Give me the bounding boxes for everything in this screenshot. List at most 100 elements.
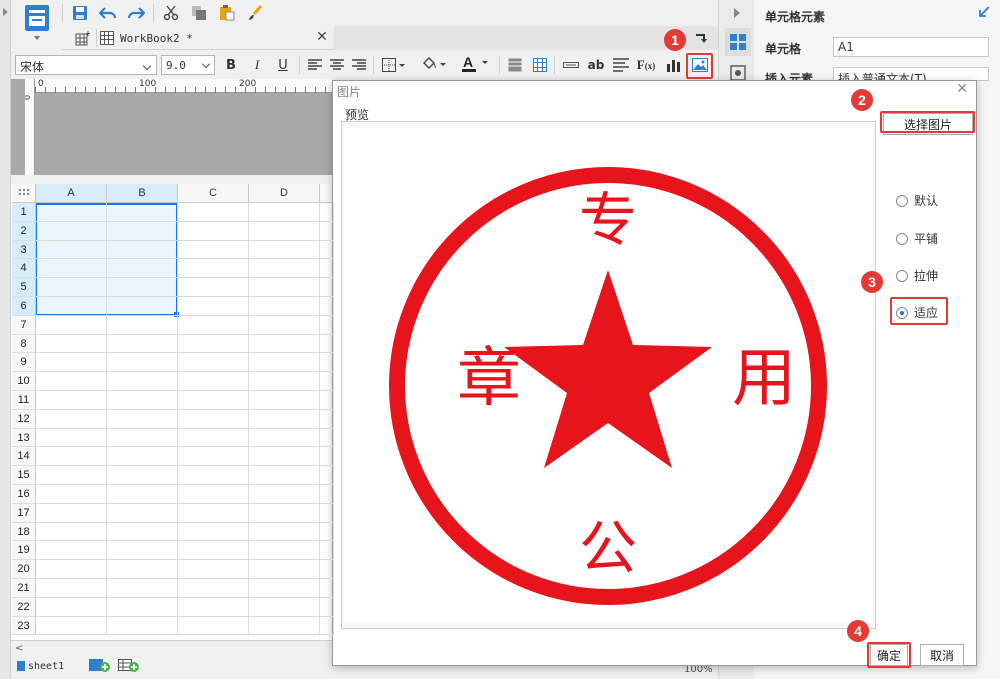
italic-button[interactable]: I (246, 54, 268, 76)
freeze-button[interactable] (504, 54, 526, 76)
grid-cell[interactable] (107, 617, 178, 635)
dialog-close-button[interactable]: ✕ (956, 81, 968, 97)
row-header[interactable]: 7 (12, 316, 36, 335)
grid-cell[interactable] (107, 560, 178, 579)
grid-cell[interactable] (107, 222, 178, 241)
save-button[interactable] (69, 2, 91, 24)
row-header[interactable]: 6 (12, 297, 36, 316)
grid-cell[interactable] (178, 541, 249, 560)
grid-cell[interactable] (249, 579, 320, 598)
grid-cell[interactable] (36, 391, 107, 410)
left-collapse-strip[interactable] (0, 0, 11, 679)
grid-cell[interactable] (320, 259, 334, 278)
underline-button[interactable]: U (272, 54, 294, 76)
grid-cell[interactable] (320, 504, 334, 523)
grid-cell[interactable] (249, 466, 320, 485)
grid-cell[interactable] (249, 203, 320, 222)
row-header[interactable]: 23 (12, 617, 36, 635)
insert-element-select[interactable]: 插入普通文本(T) (833, 67, 989, 81)
align-right-button[interactable] (348, 54, 370, 76)
row-header[interactable]: 4 (12, 259, 36, 278)
grid-cell[interactable] (320, 466, 334, 485)
grid-cell[interactable] (249, 278, 320, 297)
grid-cell[interactable] (249, 410, 320, 429)
row-header[interactable]: 8 (12, 335, 36, 353)
grid-cell[interactable] (320, 297, 334, 316)
grid-cell[interactable] (178, 410, 249, 429)
grid-cell[interactable] (320, 316, 334, 335)
grid-cell[interactable] (249, 297, 320, 316)
new-workbook-button[interactable] (72, 28, 94, 50)
grid-cell[interactable] (107, 241, 178, 259)
row-header[interactable]: 15 (12, 466, 36, 485)
grid-cell[interactable] (178, 222, 249, 241)
row-header[interactable]: 2 (12, 222, 36, 241)
grid-cell[interactable] (178, 241, 249, 259)
grid-cell[interactable] (178, 504, 249, 523)
insert-richtext-button[interactable] (610, 54, 632, 76)
grid-cell[interactable] (36, 504, 107, 523)
grid-cell[interactable] (107, 316, 178, 335)
grid-cell[interactable] (249, 222, 320, 241)
column-header[interactable]: C (178, 184, 249, 203)
grid-cell[interactable] (107, 297, 178, 316)
grid-cell[interactable] (249, 241, 320, 259)
workbook-tab[interactable]: WorkBook2 * (100, 27, 193, 49)
grid-cell[interactable] (178, 278, 249, 297)
grid-cell[interactable] (320, 410, 334, 429)
grid-cell[interactable] (178, 203, 249, 222)
grid-button[interactable] (529, 54, 551, 76)
close-tab-button[interactable]: ✕ (314, 29, 330, 45)
row-header[interactable]: 11 (12, 391, 36, 410)
row-header[interactable]: 18 (12, 523, 36, 541)
grid-cell[interactable] (107, 447, 178, 466)
grid-cell[interactable] (320, 598, 334, 617)
grid-cell[interactable] (36, 617, 107, 635)
grid-cell[interactable] (320, 372, 334, 391)
row-header[interactable]: 12 (12, 410, 36, 429)
grid-cell[interactable] (36, 372, 107, 391)
grid-cell[interactable] (249, 316, 320, 335)
grid-cell[interactable] (320, 222, 334, 241)
cell-input[interactable]: A1 (833, 37, 989, 57)
redo-button[interactable] (125, 2, 147, 24)
grid-cell[interactable] (107, 504, 178, 523)
grid-cell[interactable] (36, 297, 107, 316)
grid-cell[interactable] (249, 523, 320, 541)
grid-cell[interactable] (36, 278, 107, 297)
insert-slot-button[interactable] (560, 54, 582, 76)
toolbar-more-button[interactable] (690, 28, 712, 50)
grid-cell[interactable] (320, 391, 334, 410)
grid-cell[interactable] (249, 335, 320, 353)
grid-cell[interactable] (36, 222, 107, 241)
grid-cell[interactable] (178, 617, 249, 635)
grid-cell[interactable] (107, 353, 178, 372)
horizontal-scrollbar[interactable]: < (11, 640, 334, 654)
align-left-button[interactable] (304, 54, 326, 76)
grid-cell[interactable] (178, 353, 249, 372)
radio-tile[interactable] (896, 232, 908, 245)
grid-cell[interactable] (107, 278, 178, 297)
grid-cell[interactable] (178, 316, 249, 335)
grid-cell[interactable] (178, 335, 249, 353)
bold-button[interactable]: B (220, 54, 242, 76)
grid-cell[interactable] (107, 410, 178, 429)
column-header[interactable]: B (107, 184, 178, 203)
grid-cell[interactable] (320, 560, 334, 579)
paste-button[interactable] (216, 2, 238, 24)
grid-cell[interactable] (36, 241, 107, 259)
grid-cell[interactable] (107, 203, 178, 222)
insert-chart-button[interactable] (663, 54, 685, 76)
row-header[interactable]: 5 (12, 278, 36, 297)
grid-cell[interactable] (249, 447, 320, 466)
row-header[interactable]: 13 (12, 429, 36, 447)
row-header[interactable]: 16 (12, 485, 36, 504)
row-header[interactable]: 1 (12, 203, 36, 222)
grid-cell[interactable] (249, 617, 320, 635)
grid-cell[interactable] (178, 391, 249, 410)
grid-cell[interactable] (249, 372, 320, 391)
grid-cell[interactable] (36, 598, 107, 617)
grid-cell[interactable] (320, 617, 334, 635)
fit-option-tile[interactable]: 平铺 (896, 230, 938, 247)
font-size-select[interactable]: 9.0 (161, 55, 215, 75)
